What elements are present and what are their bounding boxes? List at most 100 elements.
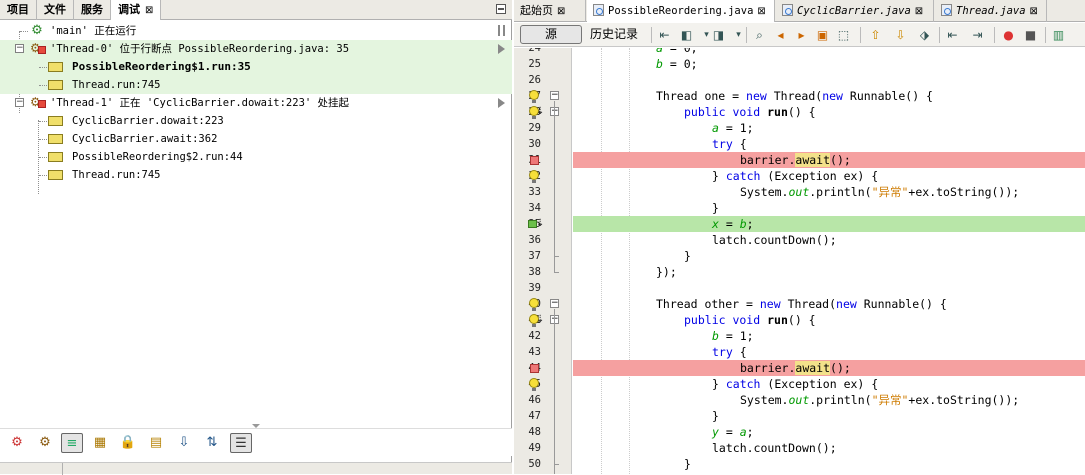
code-line[interactable]: 48 y = a; [514,424,1085,440]
code-text[interactable]: x = b; [573,216,1085,232]
resume-icon[interactable] [498,44,505,54]
start-macro-icon[interactable]: ● [1000,27,1017,44]
system-threads-icon[interactable]: ☰ [230,433,252,453]
code-line[interactable]: 32} catch (Exception ex) { [514,168,1085,184]
code-text[interactable]: b = 1; [573,328,1085,344]
code-text[interactable]: a = 0; [573,48,1085,56]
code-line[interactable]: 33 System.out.println("异常"+ex.toString())… [514,184,1085,200]
code-text[interactable]: barrier.await(); [573,152,1085,168]
stack-frame-row[interactable]: Thread.run:745 [0,76,512,94]
code-line[interactable]: 45} catch (Exception ex) { [514,376,1085,392]
code-text[interactable]: barrier.await(); [573,360,1085,376]
breakpoint-icon[interactable] [528,154,540,166]
editor-tab-possiblereordering[interactable]: PossibleReordering.java ⊠ [587,0,775,22]
code-line[interactable]: 44barrier.await(); [514,360,1085,376]
code-line[interactable]: 25 b = 0; [514,56,1085,72]
code-line[interactable]: 49 latch.countDown(); [514,440,1085,456]
code-line[interactable]: 31barrier.await(); [514,152,1085,168]
code-line[interactable]: 38}); [514,264,1085,280]
stack-frame-row[interactable]: CyclicBarrier.await:362 [0,130,512,148]
code-text[interactable]: y = a; [573,424,1085,440]
shift-right-icon[interactable]: ⇥ [969,27,986,44]
code-line[interactable]: 29 a = 1; [514,120,1085,136]
close-icon[interactable]: ⊠ [757,6,765,17]
last-edit-icon[interactable]: ⇤ [656,27,673,44]
code-line[interactable]: 41⇣−public void run() { [514,312,1085,328]
tab-files[interactable]: 文件 [37,0,74,20]
close-icon[interactable]: ⊠ [1030,6,1038,17]
code-text[interactable]: try { [573,136,1085,152]
thread-row-main[interactable]: ⚙ 'main' 正在运行 [0,22,512,40]
code-line[interactable]: 27−Thread one = new Thread(new Runnable(… [514,88,1085,104]
code-text[interactable]: public void run() { [573,104,1085,120]
lock-icon[interactable]: 🔒 [117,433,139,453]
show-threads-icon[interactable]: ≡ [61,433,83,453]
code-text[interactable]: } catch (Exception ex) { [573,376,1085,392]
fold-toggle-icon[interactable]: − [550,91,559,100]
code-text[interactable] [573,72,1085,88]
code-line[interactable]: 34} [514,200,1085,216]
code-line[interactable]: 37} [514,248,1085,264]
code-text[interactable]: } [573,456,1085,472]
code-text[interactable]: Thread one = new Thread(new Runnable() { [573,88,1085,104]
breakpoint-icon[interactable] [528,362,540,374]
code-line[interactable]: 43 try { [514,344,1085,360]
code-text[interactable]: }); [573,264,1085,280]
suspend-thread-icon[interactable]: ⚙ [34,433,56,453]
back-icon[interactable]: ◧ [678,27,695,44]
code-line[interactable]: 35⇣x = b; [514,216,1085,232]
code-line[interactable]: 26 [514,72,1085,88]
shift-left-icon[interactable]: ⇤ [944,27,961,44]
close-icon[interactable]: ⊠ [145,5,153,16]
monitor-icon[interactable]: ▤ [145,433,167,453]
stack-frame-row[interactable]: CyclicBarrier.dowait:223 [0,112,512,130]
close-icon[interactable]: ⊠ [557,6,565,17]
code-text[interactable]: try { [573,344,1085,360]
comment-icon[interactable]: ▥ [1050,27,1067,44]
code-text[interactable] [573,280,1085,296]
code-line[interactable]: 30 try { [514,136,1085,152]
code-line[interactable]: 40−Thread other = new Thread(new Runnabl… [514,296,1085,312]
fold-toggle-icon[interactable]: − [550,299,559,308]
code-line[interactable]: 39 [514,280,1085,296]
code-line[interactable]: 50} [514,456,1085,472]
toggle-bookmark-icon[interactable]: ⬗ [916,27,933,44]
resume-icon[interactable] [498,98,505,108]
source-view-button[interactable]: 源 [520,25,582,44]
code-line[interactable]: 36 latch.countDown(); [514,232,1085,248]
code-text[interactable]: } [573,408,1085,424]
stop-macro-icon[interactable]: ■ [1022,27,1039,44]
code-text[interactable]: } [573,248,1085,264]
editor-tab-start-page[interactable]: 起始页 ⊠ [514,0,586,22]
code-editor[interactable]: 24a = 0;25b = 0;2627−Thread one = new Th… [514,48,1085,474]
sort-numeric-icon[interactable]: ⇅ [201,433,223,453]
code-text[interactable]: latch.countDown(); [573,232,1085,248]
debug-threads-icon[interactable]: ⚙ [6,433,28,453]
stack-frame-row[interactable]: PossibleReordering$1.run:35 [0,58,512,76]
find-previous-icon[interactable]: ◂ [772,27,789,44]
next-bookmark-icon[interactable]: ⇩ [892,27,909,44]
pause-icon[interactable] [498,25,505,36]
hint-bulb-icon[interactable] [528,378,540,391]
collapse-icon[interactable]: − [15,98,24,107]
code-text[interactable]: public void run() { [573,312,1085,328]
code-text[interactable]: System.out.println("异常"+ex.toString()); [573,184,1085,200]
stack-frame-row[interactable]: PossibleReordering$2.run:44 [0,148,512,166]
code-line[interactable]: 28⇣−public void run() { [514,104,1085,120]
code-text[interactable]: a = 1; [573,120,1085,136]
find-selection-icon[interactable]: ▣ [814,27,831,44]
code-line[interactable]: 24 a = 0; [514,48,1085,56]
tab-services[interactable]: 服务 [74,0,111,20]
code-text[interactable]: Thread other = new Thread(new Runnable()… [573,296,1085,312]
tab-projects[interactable]: 项目 [0,0,37,20]
hint-bulb-icon[interactable] [528,298,540,311]
thread-group-icon[interactable]: ▦ [89,433,111,453]
hint-bulb-icon[interactable] [528,90,540,103]
code-text[interactable]: } catch (Exception ex) { [573,168,1085,184]
toggle-highlight-icon[interactable]: ⬚ [835,27,852,44]
minimize-icon[interactable] [496,4,506,14]
previous-bookmark-icon[interactable]: ⇧ [867,27,884,44]
code-line[interactable]: 47} [514,408,1085,424]
tab-debugging[interactable]: 调试 ⊠ [111,0,162,20]
code-line[interactable]: 42 b = 1; [514,328,1085,344]
